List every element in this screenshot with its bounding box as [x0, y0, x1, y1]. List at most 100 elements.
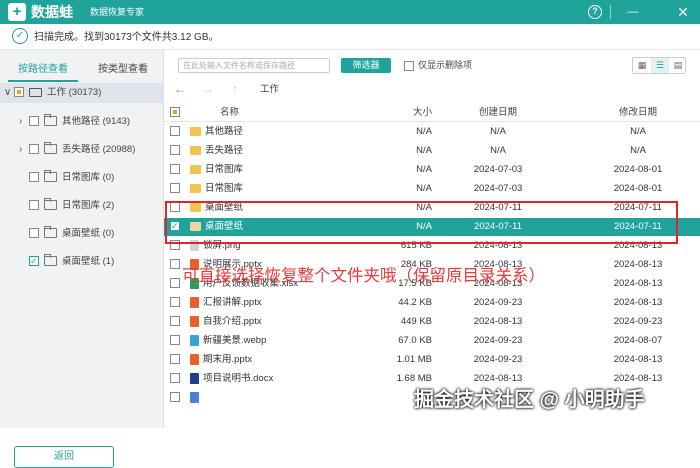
row-name-text: 汇报讲解.pptx — [203, 297, 262, 308]
row-name-text: 日常图库 — [205, 164, 244, 175]
row-size: 449 KB — [380, 313, 432, 331]
row-size-text: 1.68 MB — [396, 373, 432, 384]
table-row[interactable]: 项目说明书.docx 1.68 MB 2024-08-13 2024-08-13 — [164, 370, 700, 388]
up-arrow-icon[interactable]: ↑ — [232, 82, 238, 96]
table-header: 名称 大小 创建日期 修改日期 — [164, 104, 700, 122]
tab-by-path[interactable]: 按路径查看 — [18, 64, 68, 76]
chevron-right-icon[interactable]: › — [19, 113, 29, 131]
row-modified-text: 2024-08-13 — [613, 259, 663, 270]
close-icon[interactable]: ✕ — [676, 5, 690, 19]
table-row[interactable]: 期末用.pptx 1.01 MB 2024-09-23 2024-08-13 — [164, 351, 700, 369]
row-created-text: N/A — [490, 126, 506, 137]
only-deleted-label: 仅显示删除项 — [418, 60, 473, 70]
row-size: 1.01 MB — [380, 351, 432, 369]
tab-by-type[interactable]: 按类型查看 — [98, 64, 148, 76]
folder-icon — [190, 126, 201, 136]
row-checkbox[interactable] — [170, 294, 185, 312]
table-row[interactable]: 新疆美景.webp 67.0 KB 2024-09-23 2024-08-07 — [164, 332, 700, 350]
row-modified: 2024-08-01 — [584, 180, 692, 198]
highlight-annotation-box — [165, 201, 678, 244]
table-row[interactable]: 丢失路径 N/A N/A N/A — [164, 142, 700, 160]
sidebar-tree-item[interactable]: 日常图库 (2) — [19, 197, 114, 215]
folder-icon — [190, 183, 201, 193]
only-deleted-checkbox[interactable] — [404, 60, 414, 71]
tree-item-checkbox[interactable] — [14, 87, 24, 98]
sidebar-tree-item[interactable]: ∨ 工作 (30173) — [4, 84, 101, 102]
tree-item-label: 桌面壁纸 (1) — [62, 256, 115, 267]
sidebar-tree-item[interactable]: › 丢失路径 (20988) — [19, 141, 135, 159]
back-arrow-icon[interactable]: ← — [174, 82, 186, 96]
row-name-text: 丢失路径 — [205, 145, 244, 156]
table-row[interactable]: 日常图库 N/A 2024-07-03 2024-08-01 — [164, 161, 700, 179]
folder-icon — [44, 114, 57, 127]
select-all-checkbox[interactable] — [170, 104, 185, 122]
row-checkbox[interactable] — [170, 123, 185, 141]
row-checkbox[interactable] — [170, 370, 185, 388]
docx-file-icon — [190, 372, 199, 384]
row-size-text: 44.2 KB — [398, 297, 432, 308]
tree-item-label: 桌面壁纸 (0) — [62, 228, 115, 239]
chevron-down-icon[interactable]: ∨ — [4, 84, 14, 102]
row-modified-text: 2024-08-13 — [613, 354, 663, 365]
detail-view-icon[interactable]: ▤ — [669, 58, 687, 73]
row-checkbox[interactable] — [170, 142, 185, 160]
row-size-text: N/A — [416, 126, 432, 137]
sidebar-tree-item[interactable]: 日常图库 (0) — [19, 169, 114, 187]
search-input[interactable]: 在此处输入文件名称或保存路径 — [178, 58, 330, 73]
row-checkbox[interactable] — [170, 351, 185, 369]
table-row[interactable]: 自我介绍.pptx 449 KB 2024-08-13 2024-09-23 — [164, 313, 700, 331]
list-view-icon[interactable]: ☰ — [651, 58, 669, 73]
row-name: 项目说明书.docx — [190, 370, 273, 388]
row-created: 2024-08-13 — [444, 313, 552, 331]
row-checkbox[interactable] — [170, 313, 185, 331]
column-name[interactable]: 名称 — [220, 104, 239, 122]
row-name — [190, 389, 203, 407]
row-created: 2024-07-03 — [444, 161, 552, 179]
tree-item-checkbox[interactable] — [29, 228, 39, 239]
row-created-text: 2024-08-13 — [473, 373, 523, 384]
only-deleted-toggle[interactable]: 仅显示删除项 — [404, 58, 472, 73]
folder-icon — [44, 254, 57, 267]
tree-item-checkbox[interactable] — [29, 200, 39, 211]
tree-item-checkbox[interactable] — [29, 172, 39, 183]
table-row[interactable]: 日常图库 N/A 2024-07-03 2024-08-01 — [164, 180, 700, 198]
grid-view-icon[interactable]: ▦ — [633, 58, 651, 73]
back-button[interactable]: 返回 — [14, 446, 114, 468]
table-row[interactable]: 其他路径 N/A N/A N/A — [164, 123, 700, 141]
folder-icon — [44, 226, 57, 239]
row-checkbox[interactable] — [170, 180, 185, 198]
title-bar: + 数据蛙 数据恢复专家 ? — ✕ — [0, 0, 700, 24]
row-size: 67.0 KB — [380, 332, 432, 350]
column-created[interactable]: 创建日期 — [444, 104, 552, 122]
tree-item-checkbox[interactable] — [29, 116, 39, 127]
sidebar-tree-item[interactable]: 桌面壁纸 (0) — [19, 225, 114, 243]
row-modified-text: N/A — [630, 126, 646, 137]
breadcrumb[interactable]: 工作 — [260, 84, 279, 96]
table-row[interactable]: 汇报讲解.pptx 44.2 KB 2024-09-23 2024-08-13 — [164, 294, 700, 312]
view-switcher: ▦ ☰ ▤ — [632, 57, 686, 74]
row-modified-text: N/A — [630, 145, 646, 156]
help-icon[interactable]: ? — [588, 5, 602, 19]
row-modified: 2024-08-01 — [584, 161, 692, 179]
sidebar-tree-item[interactable]: › 其他路径 (9143) — [19, 113, 130, 131]
tree-item-checkbox[interactable] — [29, 144, 39, 155]
tree-item-checkbox[interactable] — [29, 252, 39, 270]
row-name-text: 项目说明书.docx — [203, 373, 274, 384]
forward-arrow-icon[interactable]: → — [202, 82, 214, 96]
row-modified: 2024-08-13 — [584, 256, 692, 274]
sidebar-tree-item[interactable]: 桌面壁纸 (1) — [19, 252, 115, 271]
column-size[interactable]: 大小 — [380, 104, 432, 122]
row-size: N/A — [380, 161, 432, 179]
row-name-text: 日常图库 — [205, 183, 244, 194]
chevron-right-icon[interactable]: › — [19, 141, 29, 159]
row-checkbox[interactable] — [170, 161, 185, 179]
minimize-icon[interactable]: — — [626, 5, 640, 19]
pptx-file-icon — [190, 315, 199, 327]
row-checkbox[interactable] — [170, 332, 185, 350]
filter-button[interactable]: 筛选器 — [341, 58, 391, 73]
status-bar: ✓ 扫描完成。找到30173个文件共3.12 GB。 — [0, 24, 700, 50]
column-modified[interactable]: 修改日期 — [584, 104, 692, 122]
row-checkbox[interactable] — [170, 389, 185, 407]
row-modified-text: 2024-08-07 — [613, 335, 663, 346]
row-modified: 2024-08-07 — [584, 332, 692, 350]
